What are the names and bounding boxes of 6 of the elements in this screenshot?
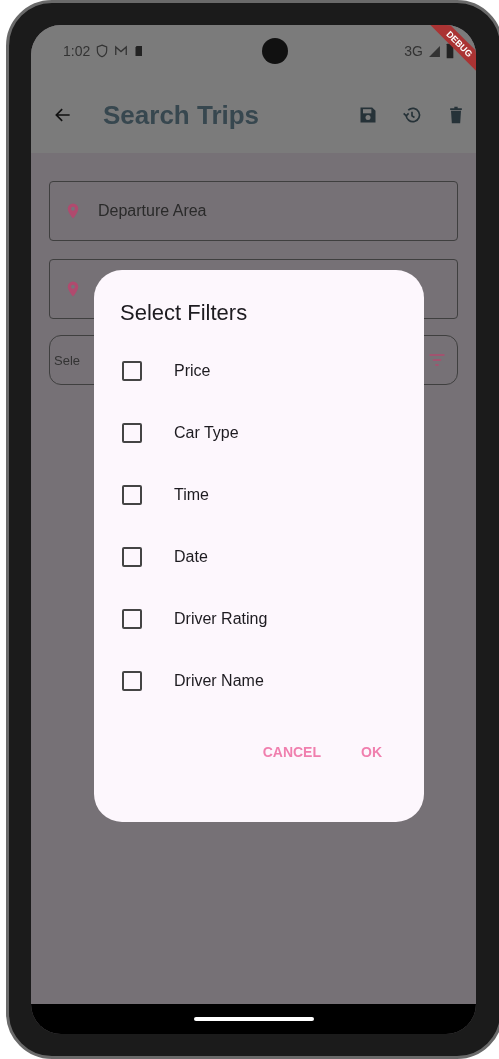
status-time: 1:02 (63, 43, 91, 59)
app-bar-title: Search Trips (103, 99, 261, 131)
placeholder-text: Departure Area (98, 202, 207, 220)
filter-select-text: Sele (54, 352, 81, 368)
dialog-title: Select Filters (120, 300, 249, 326)
network-type: 3G (404, 43, 423, 59)
